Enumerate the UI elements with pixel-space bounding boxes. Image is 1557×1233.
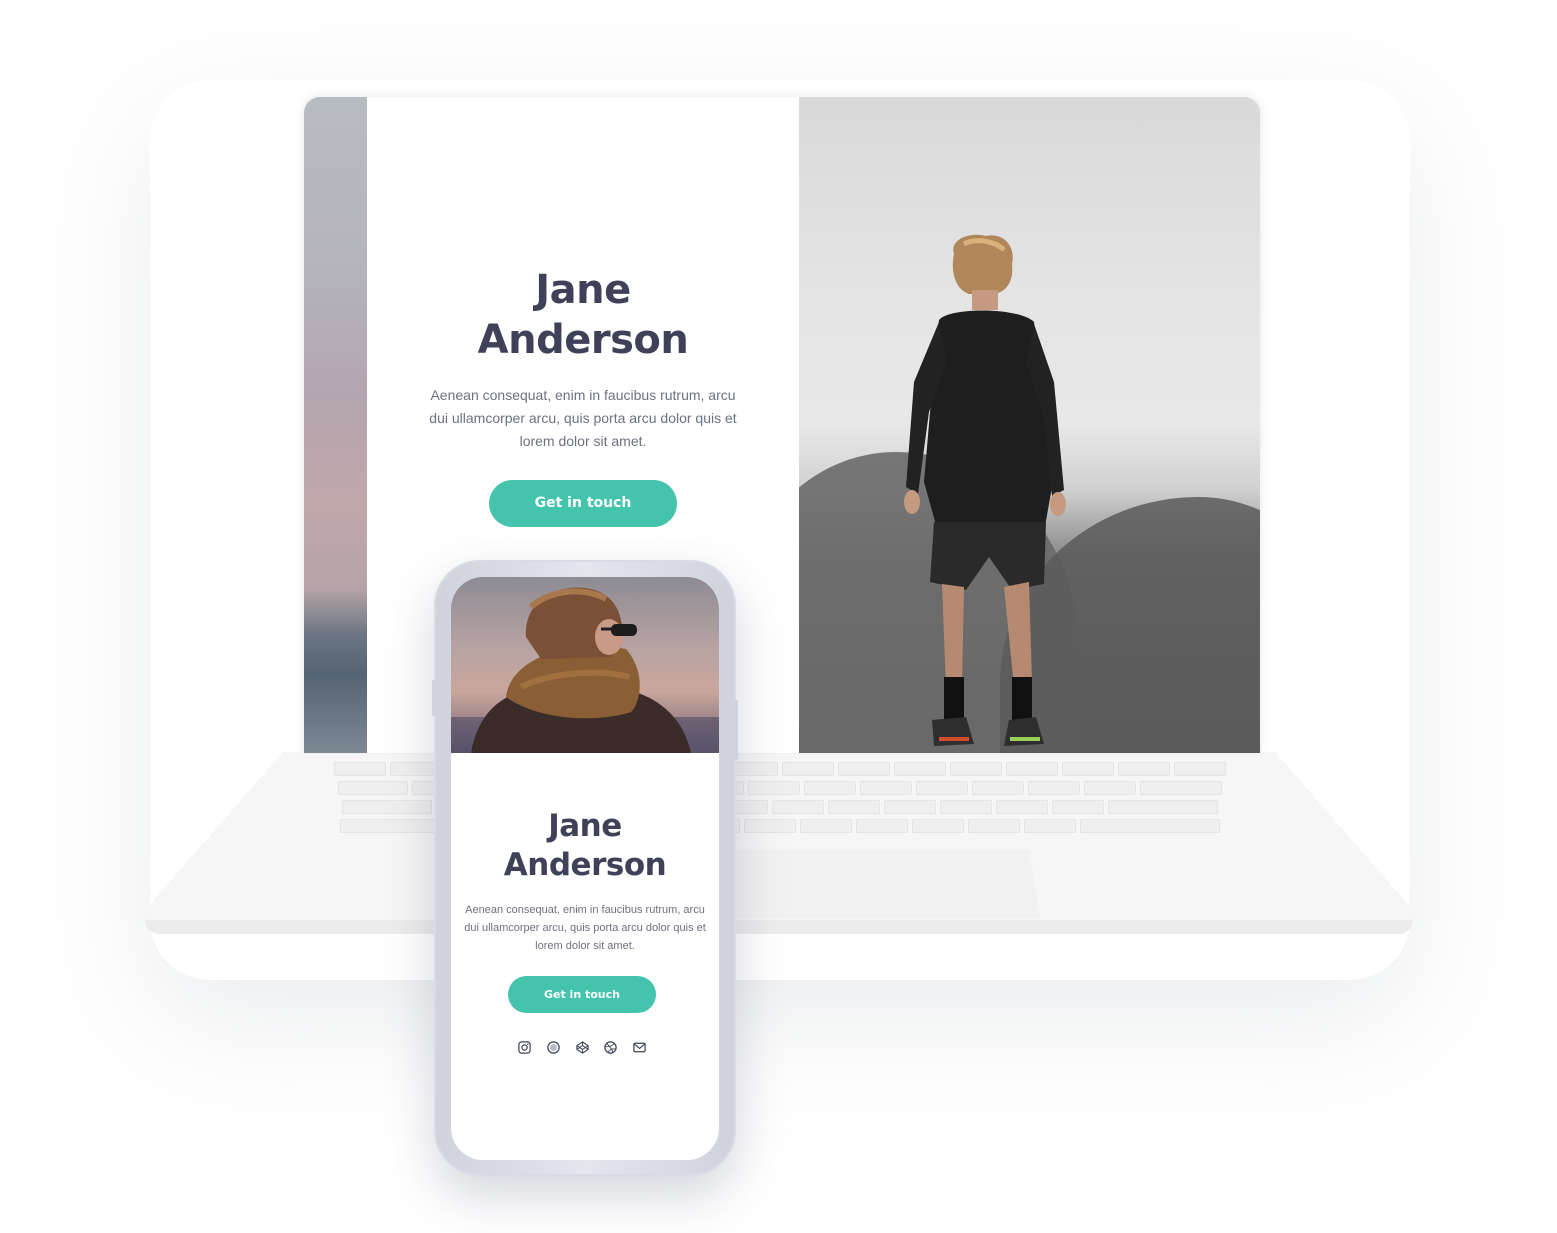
- codepen-icon[interactable]: [575, 1040, 590, 1055]
- circle-icon[interactable]: [546, 1040, 561, 1055]
- desktop-hero-photo: [799, 97, 1260, 753]
- desktop-get-in-touch-button[interactable]: Get in touch: [489, 480, 677, 527]
- mobile-name-line1: Jane: [548, 808, 622, 844]
- phone-volume-button: [432, 680, 436, 716]
- dribbble-icon[interactable]: [603, 1040, 618, 1055]
- social-icons-row: [517, 1039, 647, 1055]
- phone-screen: Jane Anderson Aenean consequat, enim in …: [451, 577, 719, 1160]
- phone-power-button: [734, 700, 738, 760]
- desktop-name-line1: Jane: [535, 267, 631, 313]
- scarf-portrait: [451, 587, 719, 753]
- laptop-keyboard: [210, 762, 1350, 848]
- mobile-get-in-touch-button[interactable]: Get in touch: [508, 976, 656, 1013]
- phone-mockup: Jane Anderson Aenean consequat, enim in …: [432, 560, 738, 1176]
- mail-icon[interactable]: [632, 1040, 647, 1055]
- hiker-figure: [904, 234, 1066, 746]
- laptop-base-edge: [145, 920, 1413, 934]
- mobile-hero-photo: [451, 577, 719, 753]
- laptop-trackpad: [690, 850, 1040, 918]
- mobile-hero-name: Jane Anderson: [451, 807, 719, 885]
- mobile-name-line2: Anderson: [503, 847, 667, 883]
- instagram-icon[interactable]: [517, 1040, 532, 1055]
- desktop-hero-name: Jane Anderson: [367, 265, 799, 365]
- desktop-name-line2: Anderson: [477, 317, 689, 363]
- desktop-hero-description: Aenean consequat, enim in faucibus rutru…: [429, 387, 737, 449]
- left-photo-strip: [304, 97, 367, 753]
- mobile-hero-description: Aenean consequat, enim in faucibus rutru…: [464, 904, 706, 952]
